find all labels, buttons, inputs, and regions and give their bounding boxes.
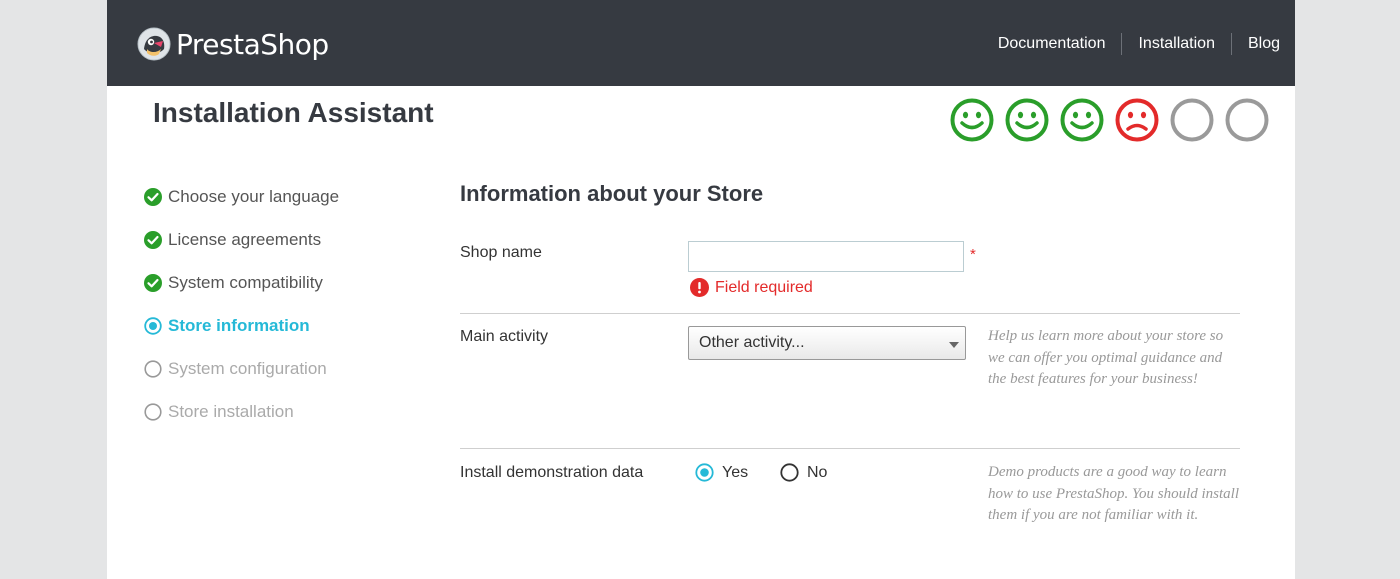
- sad-face-icon: [1115, 98, 1159, 142]
- step-system-configuration: System configuration: [144, 347, 339, 390]
- demo-data-no-radio[interactable]: No: [780, 463, 827, 482]
- error-icon: [690, 278, 709, 297]
- empty-circle-icon: [144, 402, 162, 421]
- check-circle-icon: [144, 187, 162, 206]
- radio-unchecked-icon: [780, 463, 799, 482]
- divider: [460, 448, 1240, 449]
- section-title: Information about your Store: [460, 181, 764, 206]
- step-license-agreements: License agreements: [144, 218, 339, 261]
- brand-name: PrestaShop: [176, 27, 329, 61]
- nav-link-installation[interactable]: Installation: [1121, 33, 1231, 55]
- error-message: Field required: [715, 278, 813, 296]
- radio-dot-icon: [144, 316, 162, 335]
- demo-data-yes-radio[interactable]: Yes: [695, 463, 748, 482]
- step-label: System compatibility: [168, 272, 323, 292]
- happy-face-icon: [1060, 98, 1104, 142]
- shop-name-input[interactable]: [688, 241, 964, 272]
- step-label: License agreements: [168, 229, 322, 249]
- installer-page: PrestaShop Documentation Installation Bl…: [107, 0, 1295, 579]
- shop-name-label: Shop name: [460, 244, 542, 261]
- step-label: Choose your language: [168, 186, 340, 206]
- check-circle-icon: [144, 273, 162, 292]
- step-label: Store installation: [168, 401, 294, 421]
- top-nav: Documentation Installation Blog: [982, 33, 1280, 55]
- demo-data-help: Demo products are a good way to learn ho…: [988, 464, 1240, 523]
- required-asterisk: *: [970, 246, 976, 263]
- divider: [460, 313, 1240, 314]
- puffin-logo-icon: [137, 27, 171, 61]
- select-value: Other activity...: [699, 334, 805, 351]
- nav-link-documentation[interactable]: Documentation: [982, 33, 1122, 55]
- radio-label: No: [807, 463, 828, 481]
- chevron-down-icon: [949, 342, 959, 348]
- radio-label: Yes: [722, 463, 749, 481]
- demo-data-label: Install demonstration data: [460, 464, 644, 481]
- top-header: PrestaShop Documentation Installation Bl…: [107, 0, 1295, 86]
- step-choose-language: Choose your language: [144, 175, 339, 218]
- empty-face-icon: [1225, 98, 1269, 142]
- empty-circle-icon: [144, 359, 162, 378]
- step-system-compatibility: System compatibility: [144, 261, 339, 304]
- main-activity-select[interactable]: Other activity...: [688, 326, 966, 360]
- check-circle-icon: [144, 230, 162, 249]
- happy-face-icon: [950, 98, 994, 142]
- store-info-form: Information about your Store Shop name *…: [460, 180, 1240, 523]
- step-label: Store information: [168, 315, 310, 335]
- main-activity-help: Help us learn more about your store so w…: [988, 328, 1224, 387]
- empty-face-icon: [1170, 98, 1214, 142]
- page-title: Installation Assistant: [153, 97, 434, 128]
- radio-checked-icon: [695, 463, 714, 482]
- nav-link-blog[interactable]: Blog: [1230, 33, 1280, 55]
- happy-face-icon: [1005, 98, 1049, 142]
- main-activity-label: Main activity: [460, 328, 549, 345]
- step-label: System configuration: [168, 358, 327, 378]
- step-store-installation: Store installation: [144, 390, 339, 433]
- install-steps: Choose your language License agreements …: [144, 175, 339, 433]
- field-error: Field required: [690, 278, 813, 297]
- step-store-information: Store information: [144, 304, 339, 347]
- progress-faces: [950, 98, 1280, 142]
- prestashop-logo[interactable]: PrestaShop: [137, 27, 329, 61]
